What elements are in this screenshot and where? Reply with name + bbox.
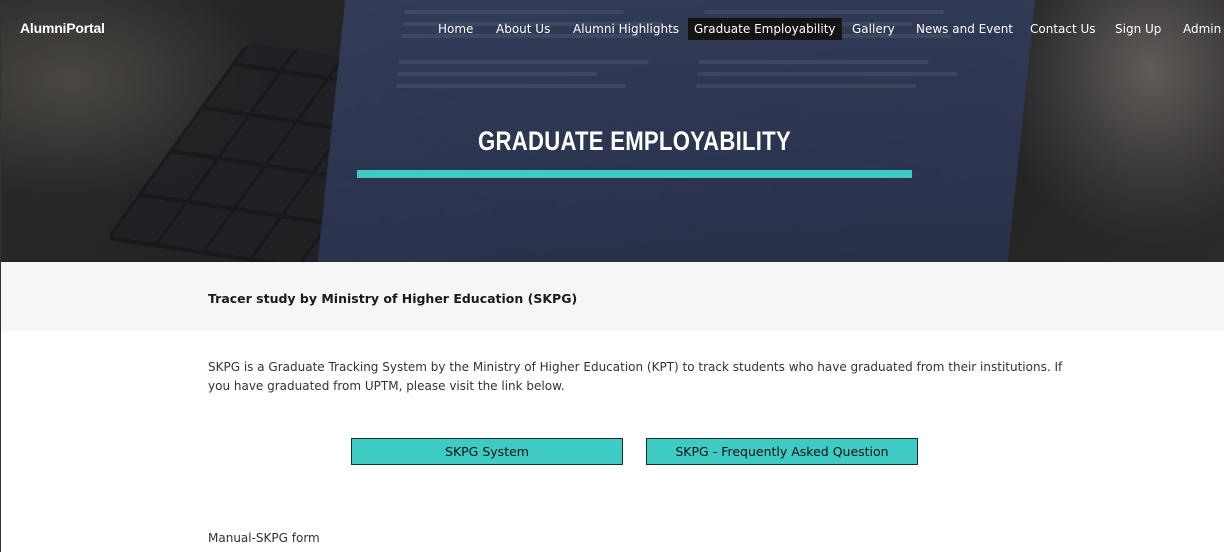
nav-contact-us[interactable]: Contact Us bbox=[1024, 18, 1102, 40]
hero-banner: AlumniPortal Home About Us Alumni Highli… bbox=[1, 0, 1224, 262]
nav-admin[interactable]: Admin bbox=[1177, 18, 1224, 40]
title-underline bbox=[357, 170, 912, 178]
nav-alumni-highlights[interactable]: Alumni Highlights bbox=[567, 18, 685, 40]
section-title: Tracer study by Ministry of Higher Educa… bbox=[208, 291, 578, 306]
main-navigation: Home About Us Alumni Highlights Graduate… bbox=[1, 18, 1224, 40]
page: AlumniPortal Home About Us Alumni Highli… bbox=[0, 0, 1224, 552]
nav-news-and-event[interactable]: News and Event bbox=[910, 18, 1019, 40]
skpg-system-button[interactable]: SKPG System bbox=[351, 438, 623, 465]
section-description: SKPG is a Graduate Tracking System by th… bbox=[208, 360, 1063, 393]
nav-home[interactable]: Home bbox=[432, 18, 479, 40]
nav-gallery[interactable]: Gallery bbox=[846, 18, 901, 40]
manual-skpg-form-link[interactable]: Manual-SKPG form bbox=[208, 531, 320, 545]
section-header: Tracer study by Ministry of Higher Educa… bbox=[1, 262, 1224, 331]
nav-graduate-employability[interactable]: Graduate Employability bbox=[688, 18, 842, 40]
nav-sign-up[interactable]: Sign Up bbox=[1109, 18, 1167, 40]
skpg-faq-button[interactable]: SKPG - Frequently Asked Question bbox=[646, 438, 918, 465]
nav-about-us[interactable]: About Us bbox=[490, 18, 556, 40]
page-title: GRADUATE EMPLOYABILITY bbox=[478, 126, 791, 156]
